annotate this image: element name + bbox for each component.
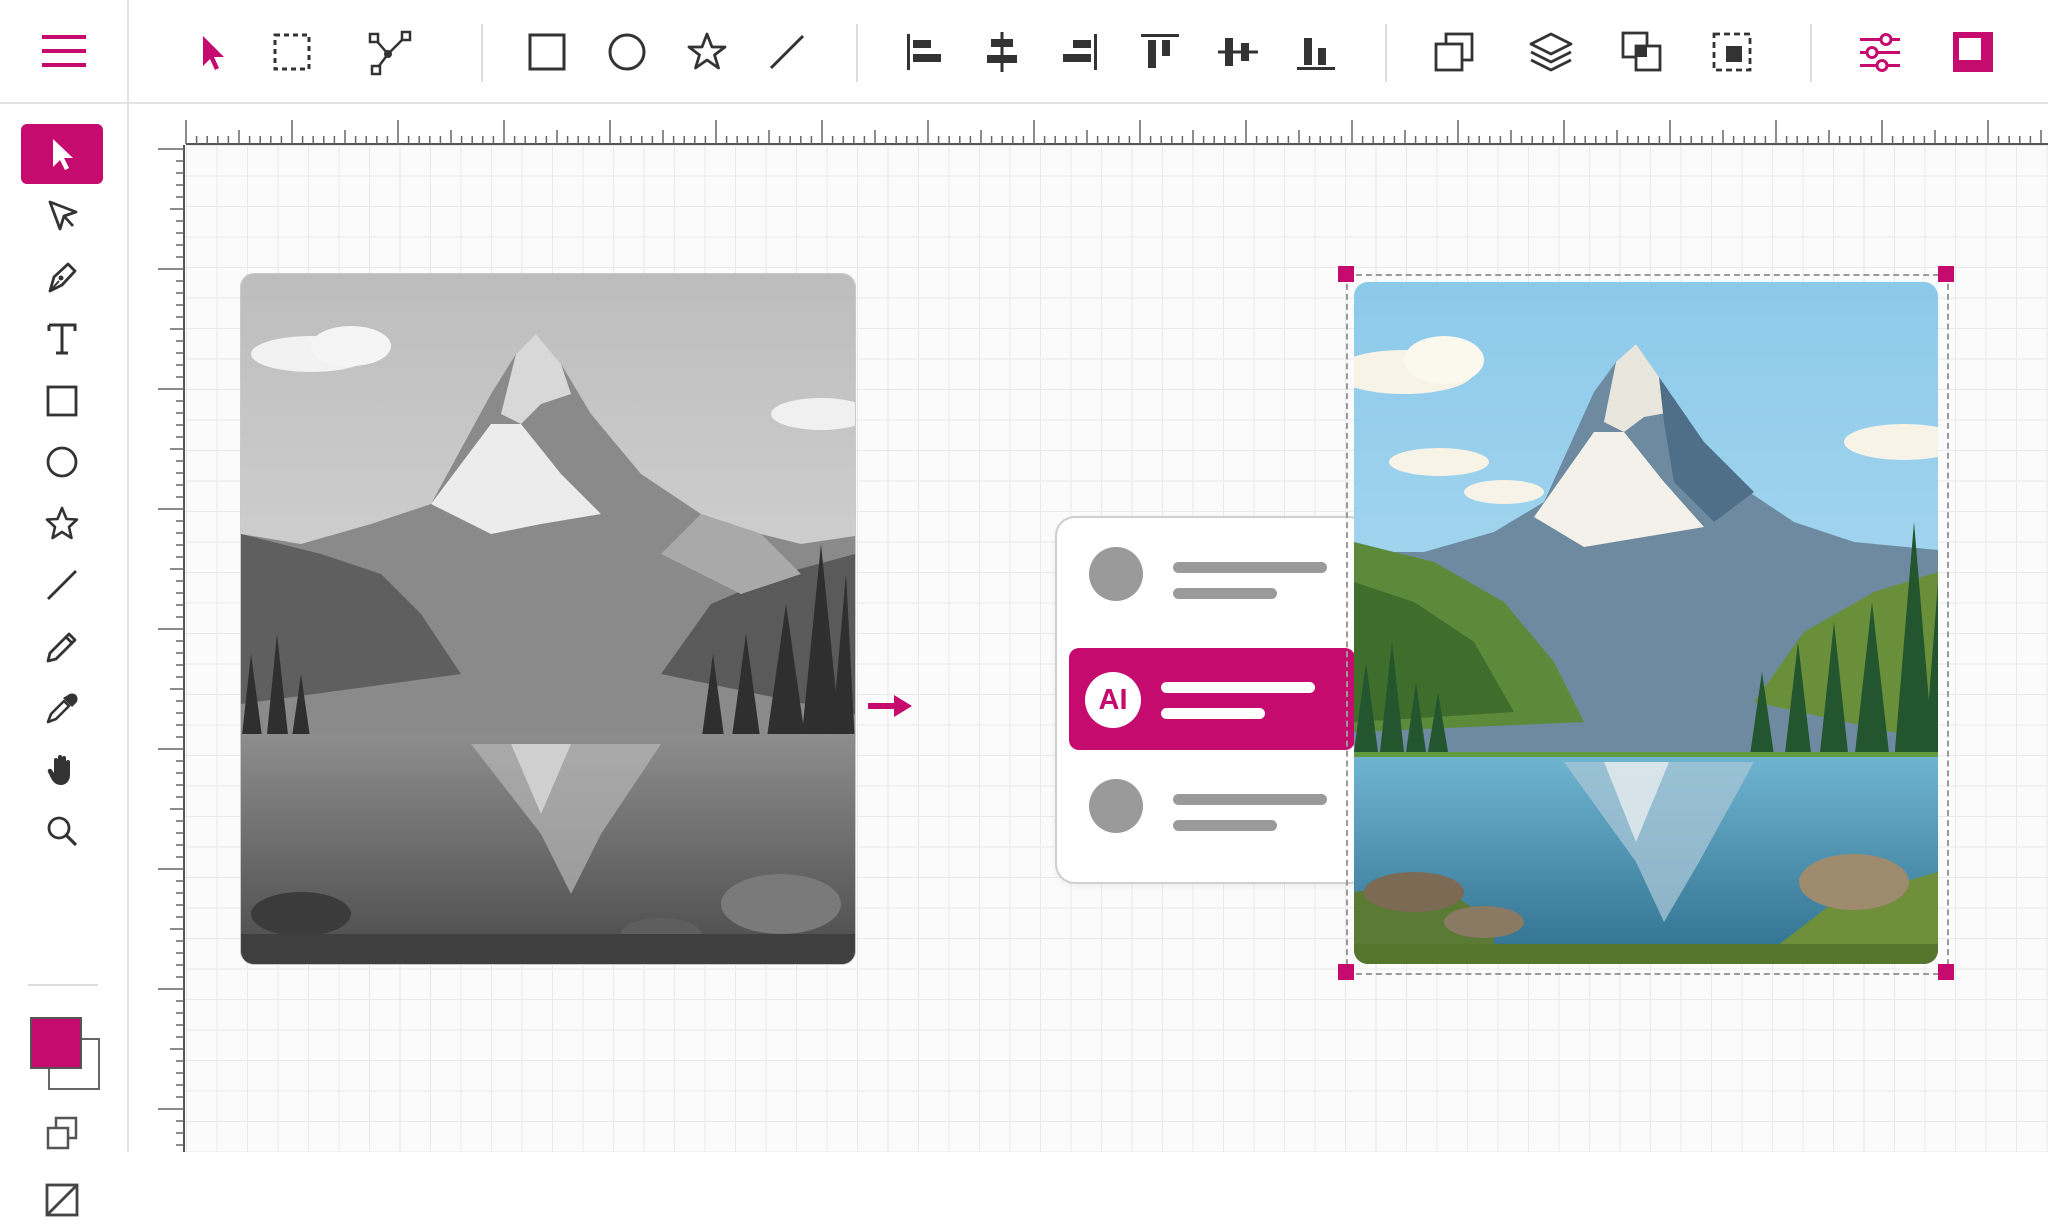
ai-option-placeholder[interactable] (1069, 750, 1355, 852)
star-icon (687, 32, 727, 70)
swap-colors-button[interactable] (21, 1104, 103, 1164)
align-bottom-icon (1297, 38, 1335, 70)
star-shape-button[interactable] (681, 26, 733, 78)
align-top-button[interactable] (1134, 26, 1186, 78)
sidebar-divider (28, 984, 98, 986)
horizontal-ruler (129, 104, 2048, 145)
group-button[interactable] (1616, 26, 1668, 78)
line-tool-icon (47, 570, 77, 600)
crop-selection-icon (1712, 32, 1752, 72)
selection-tool[interactable] (21, 124, 103, 184)
no-fill-icon (45, 1183, 79, 1217)
bring-forward-button[interactable] (1428, 26, 1480, 78)
pen-tool-icon (48, 262, 77, 293)
placeholder-line (1173, 820, 1277, 831)
adjustments-sliders-icon (1860, 33, 1900, 72)
marquee-select-button[interactable] (266, 26, 318, 78)
grayscale-mountain-lake-photo (241, 274, 855, 964)
align-bottom-button[interactable] (1290, 26, 1342, 78)
placeholder-line (1173, 794, 1327, 805)
select-arrow-icon (203, 36, 224, 70)
adjustments-button[interactable] (1854, 26, 1906, 78)
panel-toggle-button[interactable] (1947, 26, 1999, 78)
source-image[interactable] (240, 273, 856, 965)
toolbar-divider (1810, 24, 1812, 82)
toolbar-divider (1385, 24, 1387, 82)
crop-selection-button[interactable] (1706, 26, 1758, 78)
hand-tool-icon (47, 755, 70, 785)
eyedropper-tool[interactable] (21, 678, 103, 738)
select-tool-button[interactable] (187, 26, 239, 78)
pen-tool[interactable] (21, 247, 103, 307)
placeholder-line (1173, 588, 1277, 599)
ai-option-placeholder[interactable] (1069, 518, 1355, 620)
marquee-select-icon (273, 33, 311, 71)
resize-handle-bottom-right[interactable] (1938, 964, 1954, 980)
text-tool[interactable] (21, 309, 103, 369)
placeholder-line (1173, 562, 1327, 573)
fill-color-swatch[interactable] (30, 1017, 82, 1069)
placeholder-line (1161, 708, 1265, 719)
direct-selection-tool[interactable] (21, 186, 103, 246)
rectangle-tool[interactable] (21, 371, 103, 431)
no-fill-button[interactable] (21, 1170, 103, 1230)
pencil-tool-icon (46, 632, 77, 663)
align-middle-vertical-icon (1218, 38, 1258, 66)
eyedropper-tool-icon (46, 693, 78, 724)
arrow-right-icon (868, 695, 912, 717)
line-tool[interactable] (21, 555, 103, 615)
resize-handle-bottom-left[interactable] (1338, 964, 1354, 980)
circle-icon (608, 33, 646, 71)
ellipse-tool-icon (46, 446, 78, 478)
zoom-tool[interactable] (21, 801, 103, 861)
panel-toggle-icon (1953, 32, 1993, 72)
vertical-ruler (129, 104, 185, 1152)
star-tool[interactable] (21, 494, 103, 554)
tools-sidebar (0, 104, 129, 1217)
line-icon (769, 34, 805, 70)
layers-icon (1529, 32, 1573, 72)
direct-selection-tool-icon (48, 200, 78, 231)
resize-handle-top-left[interactable] (1338, 266, 1354, 282)
align-center-horizontal-icon (987, 32, 1017, 72)
node-path-icon (368, 30, 412, 76)
design-canvas[interactable]: AI (129, 104, 2048, 1152)
menu-button[interactable] (0, 0, 129, 102)
bring-forward-icon (1434, 32, 1474, 72)
align-left-button[interactable] (898, 26, 950, 78)
ai-badge: AI (1085, 672, 1141, 728)
ruler-corner (129, 104, 185, 145)
swap-colors-icon (46, 1116, 78, 1150)
align-top-icon (1141, 34, 1179, 68)
toolbar-divider (856, 24, 858, 82)
top-toolbar (0, 0, 2048, 104)
align-right-icon (1063, 34, 1097, 70)
align-right-button[interactable] (1054, 26, 1106, 78)
ellipse-tool[interactable] (21, 432, 103, 492)
pencil-tool[interactable] (21, 617, 103, 677)
hand-tool[interactable] (21, 740, 103, 800)
option-avatar (1089, 779, 1143, 833)
align-left-icon (907, 34, 941, 70)
rectangle-icon (528, 33, 566, 71)
resize-handle-top-right[interactable] (1938, 266, 1954, 282)
option-avatar (1089, 547, 1143, 601)
layers-button[interactable] (1525, 26, 1577, 78)
zoom-tool-icon (47, 816, 78, 847)
node-path-button[interactable] (364, 26, 416, 78)
arrow-right-icon (1279, 695, 1323, 717)
selection-tool-icon (53, 139, 73, 170)
hamburger-menu-icon (41, 35, 86, 67)
align-center-horizontal-button[interactable] (976, 26, 1028, 78)
rectangle-tool-icon (46, 385, 78, 417)
toolbar-divider (481, 24, 483, 82)
circle-shape-button[interactable] (601, 26, 653, 78)
rectangle-shape-button[interactable] (521, 26, 573, 78)
group-icon (1621, 31, 1662, 72)
selection-bounding-box (1346, 274, 1949, 975)
line-shape-button[interactable] (761, 26, 813, 78)
align-middle-vertical-button[interactable] (1212, 26, 1264, 78)
star-tool-icon (45, 506, 79, 540)
text-tool-icon (47, 323, 77, 355)
